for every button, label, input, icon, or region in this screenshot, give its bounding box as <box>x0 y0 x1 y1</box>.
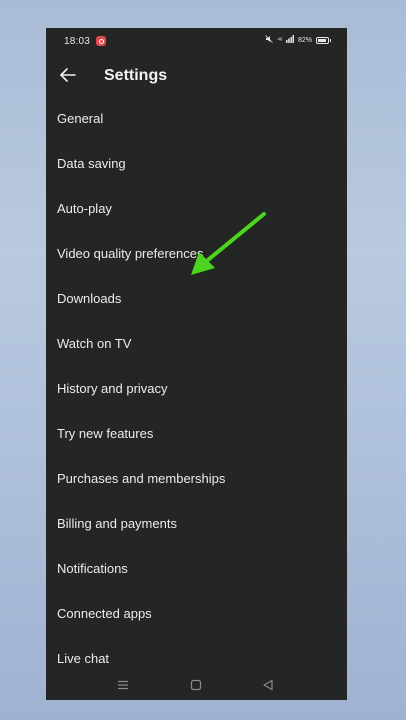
battery-icon <box>316 36 331 44</box>
settings-item-general[interactable]: General <box>46 96 347 141</box>
app-bar: Settings <box>46 58 347 94</box>
page-title: Settings <box>104 67 168 84</box>
settings-list: General Data saving Auto-play Video qual… <box>46 96 347 681</box>
settings-item-watch-on-tv[interactable]: Watch on TV <box>46 321 347 366</box>
network-type: ⁴⁶ <box>277 36 282 44</box>
settings-item-purchases[interactable]: Purchases and memberships <box>46 456 347 501</box>
annotation-arrow-icon <box>191 212 266 275</box>
mute-icon <box>265 35 273 45</box>
status-indicators: ⁴⁶ 82% <box>265 35 331 45</box>
settings-item-data-saving[interactable]: Data saving <box>46 141 347 186</box>
phone-screen: 18:03 ⁴⁶ 82% Settings General Data savin… <box>46 28 347 700</box>
settings-item-try-new-features[interactable]: Try new features <box>46 411 347 456</box>
status-time: 18:03 <box>64 36 91 47</box>
square-icon[interactable] <box>189 678 203 692</box>
settings-item-history-privacy[interactable]: History and privacy <box>46 366 347 411</box>
settings-item-connected-apps[interactable]: Connected apps <box>46 591 347 636</box>
system-nav-bar <box>46 670 347 700</box>
arrow-left-icon[interactable] <box>58 65 78 85</box>
menu-icon[interactable] <box>116 678 130 692</box>
settings-item-billing[interactable]: Billing and payments <box>46 501 347 546</box>
status-bar: 18:03 ⁴⁶ 82% <box>46 28 347 54</box>
notification-app-icon <box>96 36 106 46</box>
triangle-back-icon[interactable] <box>261 678 275 692</box>
settings-item-notifications[interactable]: Notifications <box>46 546 347 591</box>
battery-percent: 82% <box>297 36 312 44</box>
signal-icon <box>285 35 294 45</box>
